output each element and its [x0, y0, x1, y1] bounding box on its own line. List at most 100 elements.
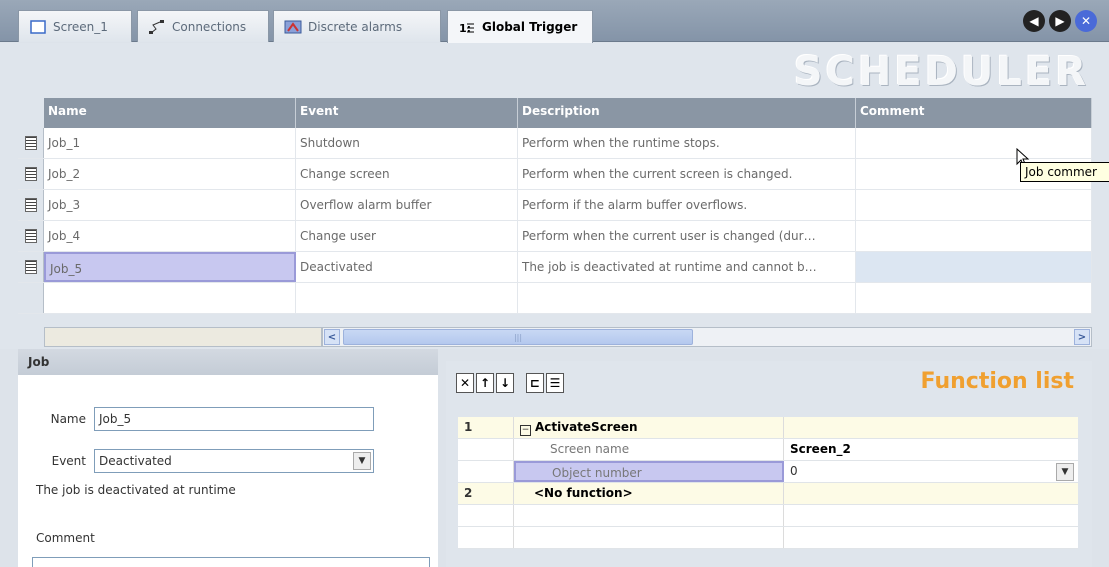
cell-comment[interactable] [856, 252, 1092, 282]
column-header-comment[interactable]: Comment [856, 98, 1092, 128]
job-panel-header: Job [18, 349, 438, 375]
cell-description[interactable]: Perform when the current user is changed… [518, 221, 856, 251]
function-row-empty[interactable] [458, 527, 1078, 549]
parameter-row[interactable]: Screen name Screen_2 [458, 439, 1078, 461]
cell-description[interactable]: Perform when the current screen is chang… [518, 159, 856, 189]
screen-icon [29, 19, 47, 35]
chevron-down-icon[interactable]: ▼ [1056, 463, 1074, 481]
tab-label: Screen_1 [53, 19, 108, 34]
next-tab-icon[interactable]: ▶ [1049, 10, 1071, 32]
job-event-select[interactable]: Deactivated ▼ [94, 449, 374, 473]
function-row[interactable]: 1 − ActivateScreen [458, 417, 1078, 439]
collapse-icon[interactable]: − [520, 425, 531, 436]
row-header[interactable] [18, 283, 44, 313]
row-header[interactable] [18, 128, 44, 158]
cell-event[interactable]: Overflow alarm buffer [296, 190, 518, 220]
parameter-name: Screen name [514, 439, 784, 460]
cell-event[interactable]: Change user [296, 221, 518, 251]
function-row[interactable]: 2 <No function> [458, 483, 1078, 505]
job-icon [24, 198, 37, 212]
parameter-name-selected[interactable]: Object number [514, 461, 784, 482]
tab-label: Discrete alarms [308, 19, 403, 34]
function-row-empty[interactable] [458, 505, 1078, 527]
table-corner [18, 98, 44, 128]
table-row[interactable]: Job_3 Overflow alarm buffer Perform if t… [18, 190, 1092, 221]
column-header-name[interactable]: Name [44, 98, 296, 128]
function-name-cell[interactable]: − ActivateScreen [514, 417, 784, 438]
function-number: 1 [458, 417, 514, 438]
move-down-icon[interactable]: ↓ [496, 373, 514, 393]
trigger-icon: 1: [458, 19, 476, 35]
cell-description[interactable] [518, 283, 856, 313]
cell-comment[interactable] [856, 283, 1092, 313]
table-row-selected[interactable]: Job_5 Deactivated The job is deactivated… [18, 252, 1092, 283]
comment-input[interactable] [32, 557, 430, 567]
scroll-thumb[interactable]: ||| [343, 329, 693, 345]
parameter-number [458, 461, 514, 482]
tab-bar: Screen_1 Connections Discrete alarms 1: … [0, 0, 1109, 43]
function-value-cell[interactable] [784, 417, 1078, 438]
tab-screen-1[interactable]: Screen_1 [18, 10, 132, 42]
parameter-value[interactable]: Screen_2 [784, 439, 1078, 460]
cell-event[interactable]: Shutdown [296, 128, 518, 158]
parameter-row[interactable]: Object number 0 ▼ [458, 461, 1078, 483]
move-up-icon[interactable]: ↑ [476, 373, 494, 393]
tooltip: Job commer [1020, 162, 1109, 182]
horizontal-scrollbar[interactable]: < ||| > [18, 327, 1092, 347]
tab-label: Global Trigger [482, 20, 578, 34]
cell-event[interactable] [296, 283, 518, 313]
row-header[interactable] [18, 159, 44, 189]
row-header[interactable] [18, 252, 44, 282]
event-value: Deactivated [99, 454, 172, 468]
row-header[interactable] [18, 221, 44, 251]
cell-name[interactable]: Job_3 [44, 190, 296, 220]
column-header-event[interactable]: Event [296, 98, 518, 128]
cell-comment[interactable] [856, 221, 1092, 251]
tab-connections[interactable]: Connections [137, 10, 269, 42]
function-toolbar: ✕ ↑ ↓ ⊏ ☰ [456, 373, 564, 393]
cell-description[interactable]: The job is deactivated at runtime and ca… [518, 252, 856, 282]
table-row[interactable]: Job_4 Change user Perform when the curre… [18, 221, 1092, 252]
job-icon [24, 167, 37, 181]
cell-comment[interactable] [856, 190, 1092, 220]
function-value-cell[interactable] [784, 483, 1078, 504]
tab-global-trigger[interactable]: 1: Global Trigger [447, 10, 593, 43]
cell-description[interactable]: Perform if the alarm buffer overflows. [518, 190, 856, 220]
table-row[interactable]: Job_2 Change screen Perform when the cur… [18, 159, 1092, 190]
tab-discrete-alarms[interactable]: Discrete alarms [273, 10, 441, 42]
scroll-left-icon[interactable]: < [324, 329, 340, 345]
job-icon [24, 260, 37, 274]
scroll-track[interactable]: < ||| > [322, 327, 1092, 347]
cell-event[interactable]: Deactivated [296, 252, 518, 282]
job-name-input[interactable]: Job_5 [94, 407, 374, 431]
previous-tab-icon[interactable]: ◀ [1023, 10, 1045, 32]
tab-navigation: ◀ ▶ ✕ [1023, 10, 1097, 32]
row-header[interactable] [18, 190, 44, 220]
parameter-value-select[interactable]: 0 ▼ [784, 461, 1078, 482]
function-name-cell[interactable]: <No function> [514, 483, 784, 504]
indent-icon[interactable]: ⊏ [526, 373, 544, 393]
cell-comment[interactable] [856, 128, 1092, 158]
cell-name[interactable]: Job_1 [44, 128, 296, 158]
cell-name[interactable]: Job_5 [44, 252, 296, 282]
name-label: Name [50, 412, 86, 426]
table-row-empty[interactable] [18, 283, 1092, 314]
cell-name[interactable]: Job_4 [44, 221, 296, 251]
delete-function-icon[interactable]: ✕ [456, 373, 474, 393]
connections-icon [148, 19, 166, 35]
job-icon [24, 136, 37, 150]
column-header-description[interactable]: Description [518, 98, 856, 128]
function-list-panel: ✕ ↑ ↓ ⊏ ☰ Function list 1 − ActivateScree… [446, 361, 1092, 567]
cell-name[interactable]: Job_2 [44, 159, 296, 189]
job-event-row: Event Deactivated ▼ [18, 449, 374, 473]
table-row[interactable]: Job_1 Shutdown Perform when the runtime … [18, 128, 1092, 159]
parameter-number [458, 439, 514, 460]
cell-name[interactable] [44, 283, 296, 313]
chevron-down-icon[interactable]: ▼ [353, 452, 371, 470]
close-icon[interactable]: ✕ [1075, 10, 1097, 32]
scroll-right-icon[interactable]: > [1074, 329, 1090, 345]
tab-label: Connections [172, 19, 247, 34]
cell-event[interactable]: Change screen [296, 159, 518, 189]
expand-list-icon[interactable]: ☰ [546, 373, 564, 393]
cell-description[interactable]: Perform when the runtime stops. [518, 128, 856, 158]
